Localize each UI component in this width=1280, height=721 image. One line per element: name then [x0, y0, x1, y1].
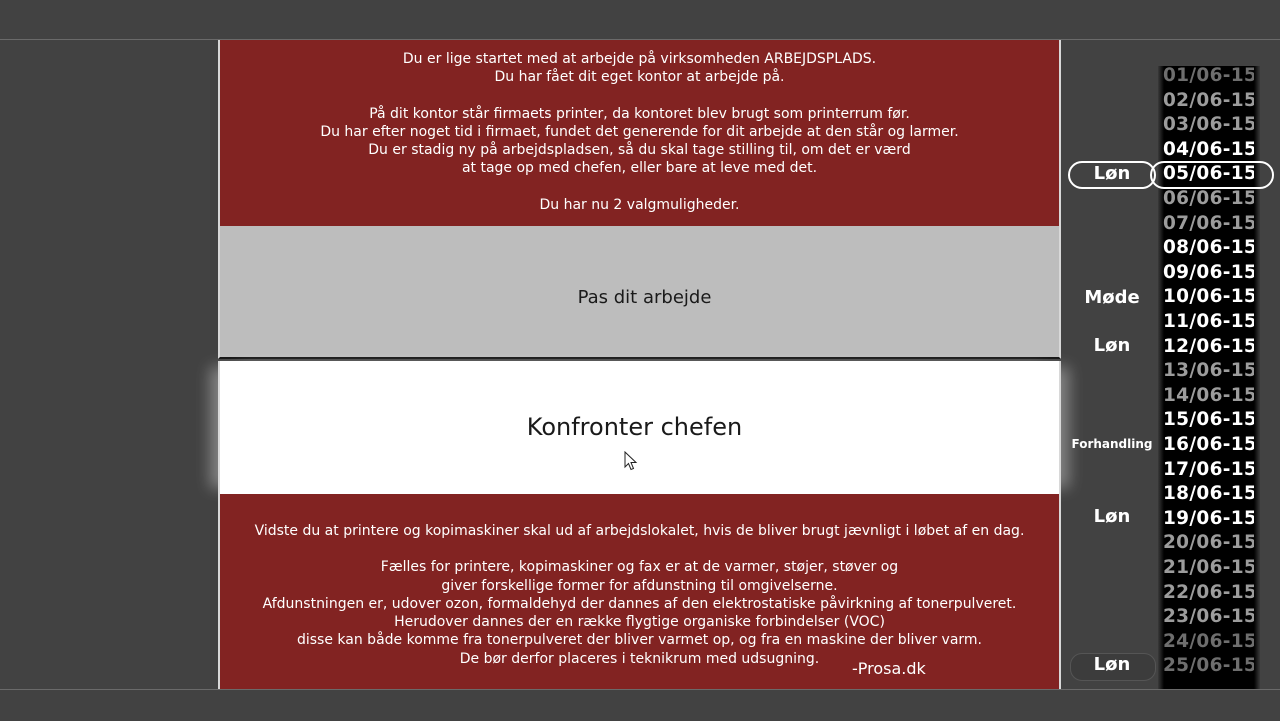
fact-line: giver forskellige former for afdunstning…: [441, 577, 838, 594]
fact-line: Herudover dannes der en række flygtige o…: [394, 614, 885, 631]
calendar-event-label: Løn: [1093, 654, 1131, 675]
choice-konfronter-chefen-button[interactable]: Konfronter chefen: [218, 361, 1061, 494]
choice-label: Pas dit arbejde: [577, 287, 712, 308]
fact-line: disse kan både komme fra tonerpulveret d…: [296, 632, 982, 649]
calendar-date: 08/06-15: [1163, 237, 1258, 259]
source-credit: -Prosa.dk: [852, 659, 926, 678]
choice-label: Konfronter chefen: [526, 413, 743, 441]
fact-line: De bør derfor placeres i teknikrum med u…: [459, 650, 820, 667]
calendar-event-label: Løn: [1093, 163, 1131, 184]
current-date-highlight: [1150, 161, 1274, 189]
calendar-date: 16/06-15: [1163, 434, 1258, 455]
intro-line: Du har nu 2 valgmuligheder.: [539, 196, 740, 213]
calendar-date: 21/06-15: [1163, 557, 1258, 578]
mouse-cursor-icon: [624, 451, 638, 471]
fact-line: Vidste du at printere og kopimaskiner sk…: [254, 523, 1025, 539]
calendar-date: 07/06-15: [1163, 212, 1258, 234]
intro-line: På dit kontor står firmaets printer, da …: [369, 105, 910, 122]
calendar-date: 11/06-15: [1163, 311, 1258, 332]
fact-line: Afdunstningen er, udover ozon, formaldeh…: [262, 595, 1017, 612]
calendar-date: 22/06-15: [1163, 581, 1258, 603]
calendar-event-label: Forhandling: [1071, 437, 1153, 451]
calendar-date: 06/06-15: [1163, 188, 1258, 209]
fact-info-panel: Vidste du at printere og kopimaskiner sk…: [218, 494, 1061, 690]
intro-line: Du har efter noget tid i firmaet, fundet…: [320, 123, 959, 140]
calendar-date: 14/06-15: [1163, 384, 1258, 406]
calendar-date: 12/06-15: [1163, 335, 1258, 357]
intro-line: at tage op med chefen, eller bare at lev…: [461, 160, 818, 177]
scenario-text-panel: Du er lige startet med at arbejde på vir…: [218, 40, 1061, 226]
calendar-date: 23/06-15: [1163, 606, 1258, 628]
calendar-date: 20/06-15: [1163, 532, 1258, 554]
calendar-date: 04/06-15: [1163, 138, 1258, 160]
fact-line: Fælles for printere, kopimaskiner og fax…: [380, 559, 899, 576]
calendar-date: 02/06-15: [1163, 89, 1258, 111]
calendar-event-label: Møde: [1084, 287, 1140, 308]
calendar-date: 19/06-15: [1163, 507, 1258, 529]
calendar-event-label: Løn: [1093, 506, 1131, 527]
calendar-date: 09/06-15: [1163, 261, 1258, 283]
calendar-date: 03/06-15: [1163, 114, 1258, 136]
choice-pas-dit-arbejde-button[interactable]: Pas dit arbejde: [218, 226, 1061, 359]
calendar-date: 18/06-15: [1163, 483, 1258, 505]
calendar-date: 15/06-15: [1163, 409, 1258, 431]
calendar-event-label: Løn: [1093, 335, 1131, 356]
calendar-date: 17/06-15: [1163, 458, 1258, 480]
calendar-date-column: 01/06-15 02/06-15 03/06-15 04/06-15 05/06-15…: [1158, 66, 1260, 690]
top-bar: [0, 0, 1280, 40]
bottom-bar: [0, 689, 1280, 721]
calendar-date: 24/06-15: [1163, 630, 1258, 652]
calendar-date: 13/06-15: [1163, 360, 1258, 382]
calendar-date: 25/06-15: [1163, 655, 1258, 677]
intro-line: Du er lige startet med at arbejde på vir…: [402, 51, 877, 67]
calendar-date: 01/06-15: [1163, 66, 1258, 86]
intro-line: Du har fået dit eget kontor at arbejde p…: [494, 69, 785, 86]
calendar-date: 10/06-15: [1163, 286, 1258, 308]
intro-line: Du er stadig ny på arbejdspladsen, så du…: [368, 142, 911, 159]
